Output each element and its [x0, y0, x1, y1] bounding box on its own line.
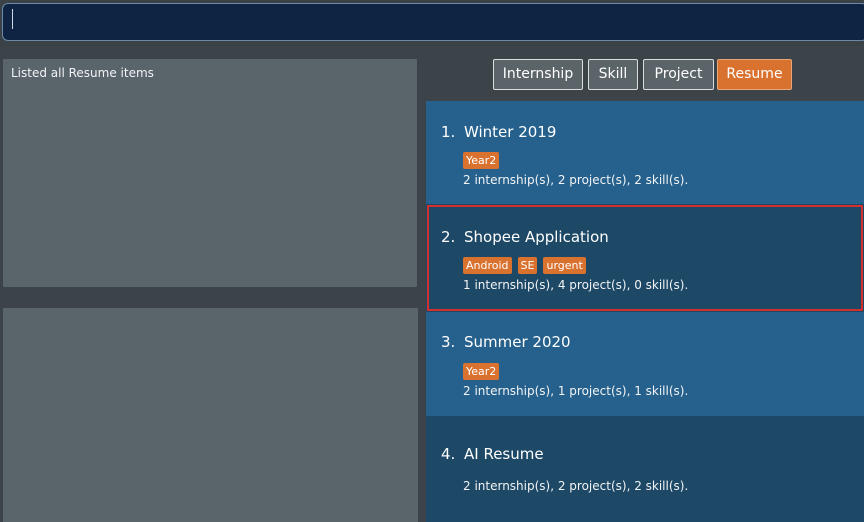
resume-card[interactable]: 1. Winter 2019 Year2 2 internship(s), 2 p… — [426, 101, 864, 204]
result-display: Listed all Resume items — [3, 59, 417, 287]
tab-project[interactable]: Project — [643, 59, 714, 90]
resume-summary: 1 internship(s), 4 project(s), 0 skill(s… — [463, 278, 689, 292]
resume-title: Winter 2019 — [464, 123, 557, 141]
tag-list: Android SE urgent — [463, 254, 592, 274]
resume-index: 2. — [441, 228, 456, 246]
tab-bar: Internship Skill Project Resume — [426, 55, 864, 99]
resume-list: 1. Winter 2019 Year2 2 internship(s), 2 p… — [426, 101, 864, 522]
resume-card[interactable]: 3. Summer 2020 Year2 2 internship(s), 1 p… — [426, 312, 864, 416]
command-bar — [0, 0, 864, 46]
resume-title: Shopee Application — [464, 228, 609, 246]
resume-title-row: 1. Winter 2019 — [441, 123, 556, 143]
detail-panel — [3, 308, 418, 522]
resume-title: AI Resume — [464, 445, 544, 463]
tag-badge: Year2 — [463, 363, 500, 380]
result-message: Listed all Resume items — [11, 66, 154, 80]
resume-summary: 2 internship(s), 2 project(s), 2 skill(s… — [463, 479, 689, 493]
resume-title-row: 2. Shopee Application — [441, 228, 609, 248]
resume-summary: 2 internship(s), 2 project(s), 2 skill(s… — [463, 173, 689, 187]
tab-resume[interactable]: Resume — [717, 59, 792, 90]
tag-list: Year2 — [463, 360, 505, 380]
resume-index: 4. — [441, 445, 456, 463]
tag-badge: urgent — [543, 257, 586, 274]
tag-badge: Android — [463, 257, 512, 274]
text-caret — [12, 9, 13, 29]
resume-title-row: 4. AI Resume — [441, 445, 544, 465]
resume-card-selected[interactable]: 2. Shopee Application Android SE urgent 1 i… — [426, 204, 864, 312]
resume-title: Summer 2020 — [464, 333, 571, 351]
tab-internship[interactable]: Internship — [493, 59, 583, 90]
tab-skill[interactable]: Skill — [588, 59, 638, 90]
tag-badge: Year2 — [463, 152, 500, 169]
tag-badge: SE — [517, 257, 538, 274]
resume-summary: 2 internship(s), 1 project(s), 1 skill(s… — [463, 384, 689, 398]
resume-index: 1. — [441, 123, 456, 141]
resume-title-row: 3. Summer 2020 — [441, 333, 571, 353]
panel-divider[interactable] — [0, 288, 426, 306]
tag-list: Year2 — [463, 149, 505, 169]
command-input[interactable] — [2, 3, 864, 41]
resume-index: 3. — [441, 333, 456, 351]
resume-card[interactable]: 4. AI Resume 2 internship(s), 2 project(s… — [426, 416, 864, 522]
